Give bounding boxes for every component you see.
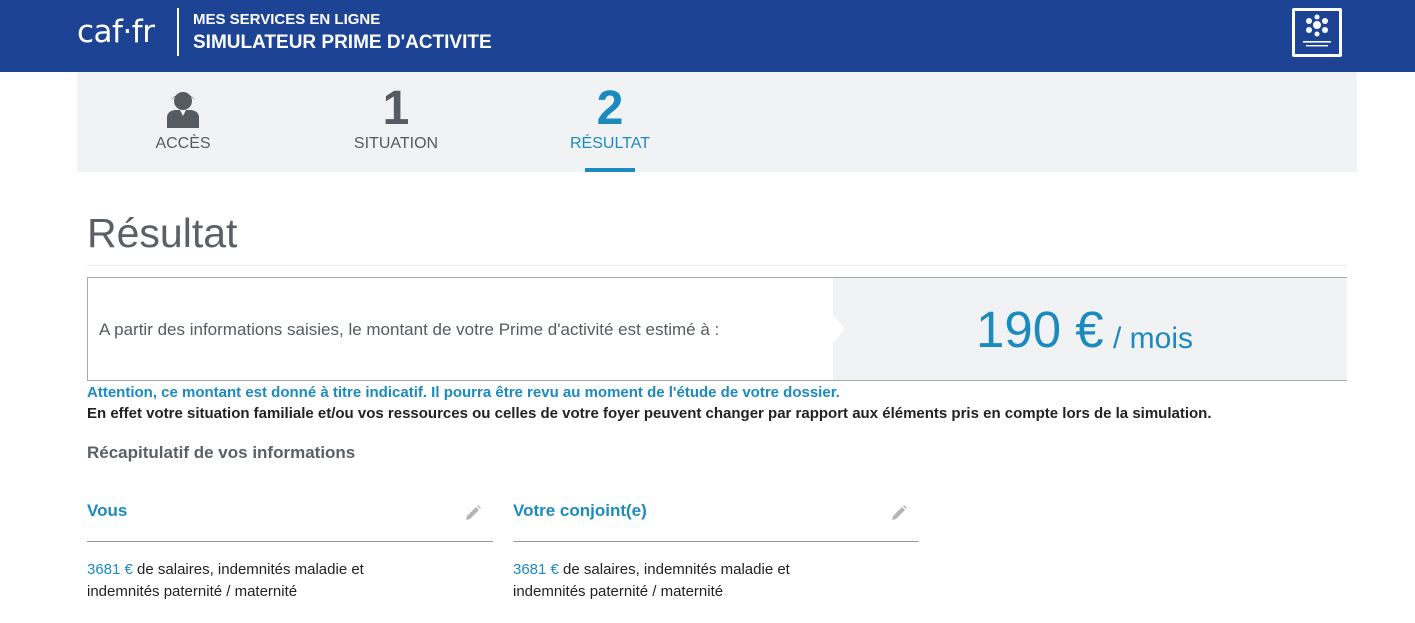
step-label-resultat: RÉSULTAT <box>569 135 650 152</box>
page-title: Résultat <box>87 210 238 256</box>
recap-heading-vous: Vous <box>87 501 128 520</box>
income-amount: 3681 € <box>513 561 559 578</box>
column-divider <box>513 541 919 542</box>
header-title: SIMULATEUR PRIME D'ACTIVITE <box>193 32 492 53</box>
step-label-acces: ACCÈS <box>155 135 211 152</box>
column-divider <box>87 541 493 542</box>
recap-heading-conjoint: Votre conjoint(e) <box>513 501 647 520</box>
estimated-amount: 190 € <box>976 301 1104 358</box>
step-number: 1 <box>382 82 410 135</box>
result-box: A partir des informations saisies, le mo… <box>87 277 1347 381</box>
recap-title: Récapitulatif de vos informations <box>87 443 356 462</box>
top-header: caf·fr MES SERVICES EN LIGNE SIMULATEUR … <box>0 0 1415 72</box>
step-number: 2 <box>596 82 624 135</box>
income-amount: 3681 € <box>87 561 133 578</box>
step-situation[interactable]: 1 SITUATION <box>326 72 466 172</box>
step-label-situation: SITUATION <box>353 135 439 152</box>
active-step-indicator <box>585 168 635 172</box>
steps-bar: ACCÈS 1 SITUATION 2 RÉSULTAT <box>77 72 1357 172</box>
logo-separator <box>177 8 179 56</box>
edit-pencil-icon[interactable] <box>890 504 908 522</box>
step-acces[interactable]: ACCÈS <box>113 72 253 172</box>
recap-column-conjoint: Votre conjoint(e) 3681 € de salaires, in… <box>513 500 919 620</box>
step-resultat[interactable]: 2 RÉSULTAT <box>540 72 680 172</box>
result-description: A partir des informations saisies, le mo… <box>99 320 720 339</box>
arrow-pointer <box>833 315 845 343</box>
recap-column-vous: Vous 3681 € de salaires, indemnités mala… <box>87 500 493 620</box>
allocations-familiales-badge[interactable] <box>1292 8 1342 57</box>
caf-emblem-icon <box>1295 11 1339 54</box>
warning-details: En effet votre situation familiale et/ou… <box>87 405 1212 422</box>
caf-logo[interactable]: caf·fr <box>77 14 155 50</box>
result-amount-panel: 190 € / mois <box>833 278 1347 380</box>
recap-income-conjoint: 3681 € de salaires, indemnités maladie e… <box>513 559 843 603</box>
recap-income-vous: 3681 € de salaires, indemnités maladie e… <box>87 559 417 603</box>
edit-pencil-icon[interactable] <box>464 504 482 522</box>
amount-period: / mois <box>1113 322 1194 355</box>
warning-indicative: Attention, ce montant est donné à titre … <box>87 384 840 401</box>
person-icon <box>167 92 199 128</box>
title-divider <box>87 265 1347 266</box>
header-subtitle: MES SERVICES EN LIGNE <box>193 11 381 28</box>
